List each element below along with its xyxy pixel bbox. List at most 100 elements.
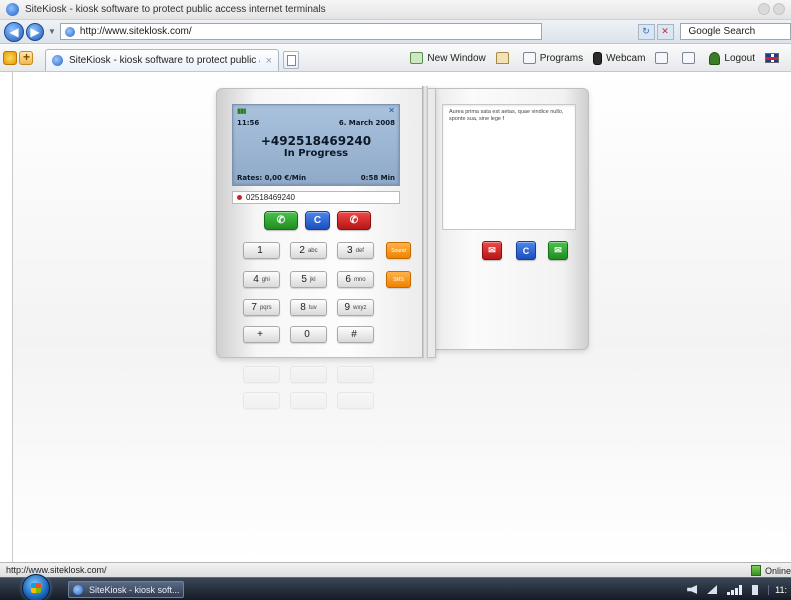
- programs-label: Programs: [539, 52, 584, 64]
- programs-icon: [522, 52, 536, 64]
- hangup-button[interactable]: ✆: [337, 211, 371, 230]
- message-textarea[interactable]: Aurea prima sata est aetas, quae vindice…: [442, 104, 576, 230]
- dial-input[interactable]: 02518469240: [232, 191, 400, 204]
- display-close-icon[interactable]: ✕: [388, 106, 395, 115]
- key-hash[interactable]: #: [337, 326, 374, 343]
- recording-dot-icon: [237, 195, 242, 200]
- tab-close-icon[interactable]: ×: [266, 55, 272, 67]
- key-7[interactable]: 7 pqrs: [243, 299, 280, 316]
- key-8[interactable]: 8 tuv: [290, 299, 327, 316]
- network-icon[interactable]: [707, 585, 718, 594]
- online-icon: [750, 565, 761, 576]
- home-star-icon[interactable]: [3, 50, 17, 65]
- send-message-button[interactable]: ✉: [548, 241, 568, 260]
- back-button[interactable]: ◀: [4, 21, 24, 42]
- stop-icon[interactable]: ✕: [656, 23, 674, 40]
- sitekiosk-icon: [73, 584, 83, 595]
- language-button[interactable]: [765, 53, 781, 63]
- new-tab-button[interactable]: [283, 50, 299, 69]
- display-time: 11:56: [237, 119, 260, 127]
- reflection-key: [337, 366, 374, 383]
- print-button[interactable]: [682, 52, 699, 64]
- system-tray: 11:: [687, 578, 791, 600]
- print-icon: [682, 52, 696, 64]
- signal-icon: ▮▮▮: [237, 107, 247, 115]
- phone-hangup-icon: ✆: [349, 215, 359, 226]
- key-6[interactable]: 6 mno: [337, 271, 374, 288]
- refresh-icon[interactable]: ↻: [637, 23, 655, 40]
- uk-flag-icon: [765, 53, 779, 63]
- key-3[interactable]: 3 def: [337, 242, 374, 259]
- window-button[interactable]: [655, 52, 672, 64]
- phone-call-icon: ✆: [276, 215, 286, 226]
- logout-button[interactable]: Logout: [709, 51, 755, 65]
- clear-message-button[interactable]: C: [516, 241, 536, 260]
- clock[interactable]: 11:: [768, 584, 787, 595]
- sitekiosk-icon: [6, 3, 19, 16]
- tab-title: SiteKiosk - kiosk software to protect pu…: [69, 55, 260, 66]
- keypad-reflection: [232, 362, 402, 422]
- sound-key[interactable]: Sound: [386, 242, 411, 259]
- start-button[interactable]: [22, 574, 50, 600]
- key-0[interactable]: 0: [290, 326, 327, 343]
- search-placeholder: Google Search: [688, 26, 756, 37]
- delete-message-button[interactable]: ✉: [482, 241, 502, 260]
- search-input[interactable]: Google Search: [679, 23, 791, 40]
- new-window-label: New Window: [427, 52, 486, 64]
- reflection-key: [337, 392, 374, 409]
- speaker-icon[interactable]: [687, 585, 698, 594]
- key-2[interactable]: 2 abc: [290, 242, 327, 259]
- tab-sitekiosk[interactable]: SiteKiosk - kiosk software to protect pu…: [45, 49, 279, 71]
- key-1[interactable]: 1: [243, 242, 280, 259]
- display-number: +492518469240: [260, 134, 372, 148]
- reflection-key: [243, 392, 280, 409]
- toolbar: SiteKiosk - kiosk software to protect pu…: [0, 44, 791, 72]
- online-status: Online: [750, 563, 791, 578]
- key-plus[interactable]: +: [243, 326, 280, 343]
- history-dropdown-icon[interactable]: ▼: [48, 27, 56, 36]
- window-controls: [758, 3, 785, 15]
- send-message-icon: ✉: [554, 245, 562, 255]
- reflection-key: [290, 366, 327, 383]
- call-button[interactable]: ✆: [264, 211, 298, 230]
- dial-value: 02518469240: [246, 193, 295, 202]
- signal-strength-icon[interactable]: [727, 584, 743, 595]
- device-spine: [422, 86, 428, 358]
- title-bar: SiteKiosk - kiosk software to protect pu…: [0, 0, 791, 20]
- address-bar: ◀ ▶ ▼ http://www.siteklosk.com/ ↻ ✕ Goog…: [0, 20, 791, 44]
- webcam-button[interactable]: Webcam: [593, 51, 646, 65]
- logout-label: Logout: [724, 52, 755, 64]
- logout-icon: [709, 51, 721, 65]
- window-title: SiteKiosk - kiosk software to protect pu…: [25, 4, 326, 15]
- reflection-key: [290, 392, 327, 409]
- clear-button[interactable]: C: [305, 211, 330, 230]
- page-icon: [52, 55, 63, 66]
- minimize-icon[interactable]: [758, 3, 770, 15]
- display-duration: 0:58 Min: [360, 174, 395, 182]
- url-tools: ↻ ✕: [637, 23, 674, 40]
- new-window-button[interactable]: New Window: [410, 52, 486, 64]
- url-text: http://www.siteklosk.com/: [79, 26, 192, 37]
- home-icon: [495, 52, 509, 64]
- key-9[interactable]: 9 wxyz: [337, 299, 374, 316]
- status-url: http://www.siteklosk.com/: [6, 565, 107, 575]
- display-date: 6. March 2008: [338, 119, 395, 127]
- forward-button[interactable]: ▶: [26, 22, 44, 41]
- close-icon[interactable]: [773, 3, 785, 15]
- home-button[interactable]: [495, 52, 513, 64]
- url-input[interactable]: http://www.siteklosk.com/: [59, 23, 542, 40]
- power-icon[interactable]: [752, 584, 759, 595]
- sms-key[interactable]: SMS: [386, 271, 411, 288]
- key-4[interactable]: 4 ghi: [243, 271, 280, 288]
- display-rates: Rates: 0,00 €/Min: [237, 174, 307, 182]
- window-icon: [655, 52, 669, 64]
- toolbar-actions: New Window Programs Webcam Logout: [410, 44, 791, 72]
- key-5[interactable]: 5 jkl: [290, 271, 327, 288]
- webcam-icon: [593, 51, 603, 65]
- taskbar-item-sitekiosk[interactable]: SiteKiosk - kiosk soft...: [68, 581, 184, 598]
- display-status: In Progress: [283, 148, 349, 159]
- add-favorite-icon[interactable]: [19, 50, 33, 65]
- new-window-icon: [410, 52, 424, 64]
- webcam-label: Webcam: [606, 52, 646, 64]
- programs-button[interactable]: Programs: [522, 52, 584, 64]
